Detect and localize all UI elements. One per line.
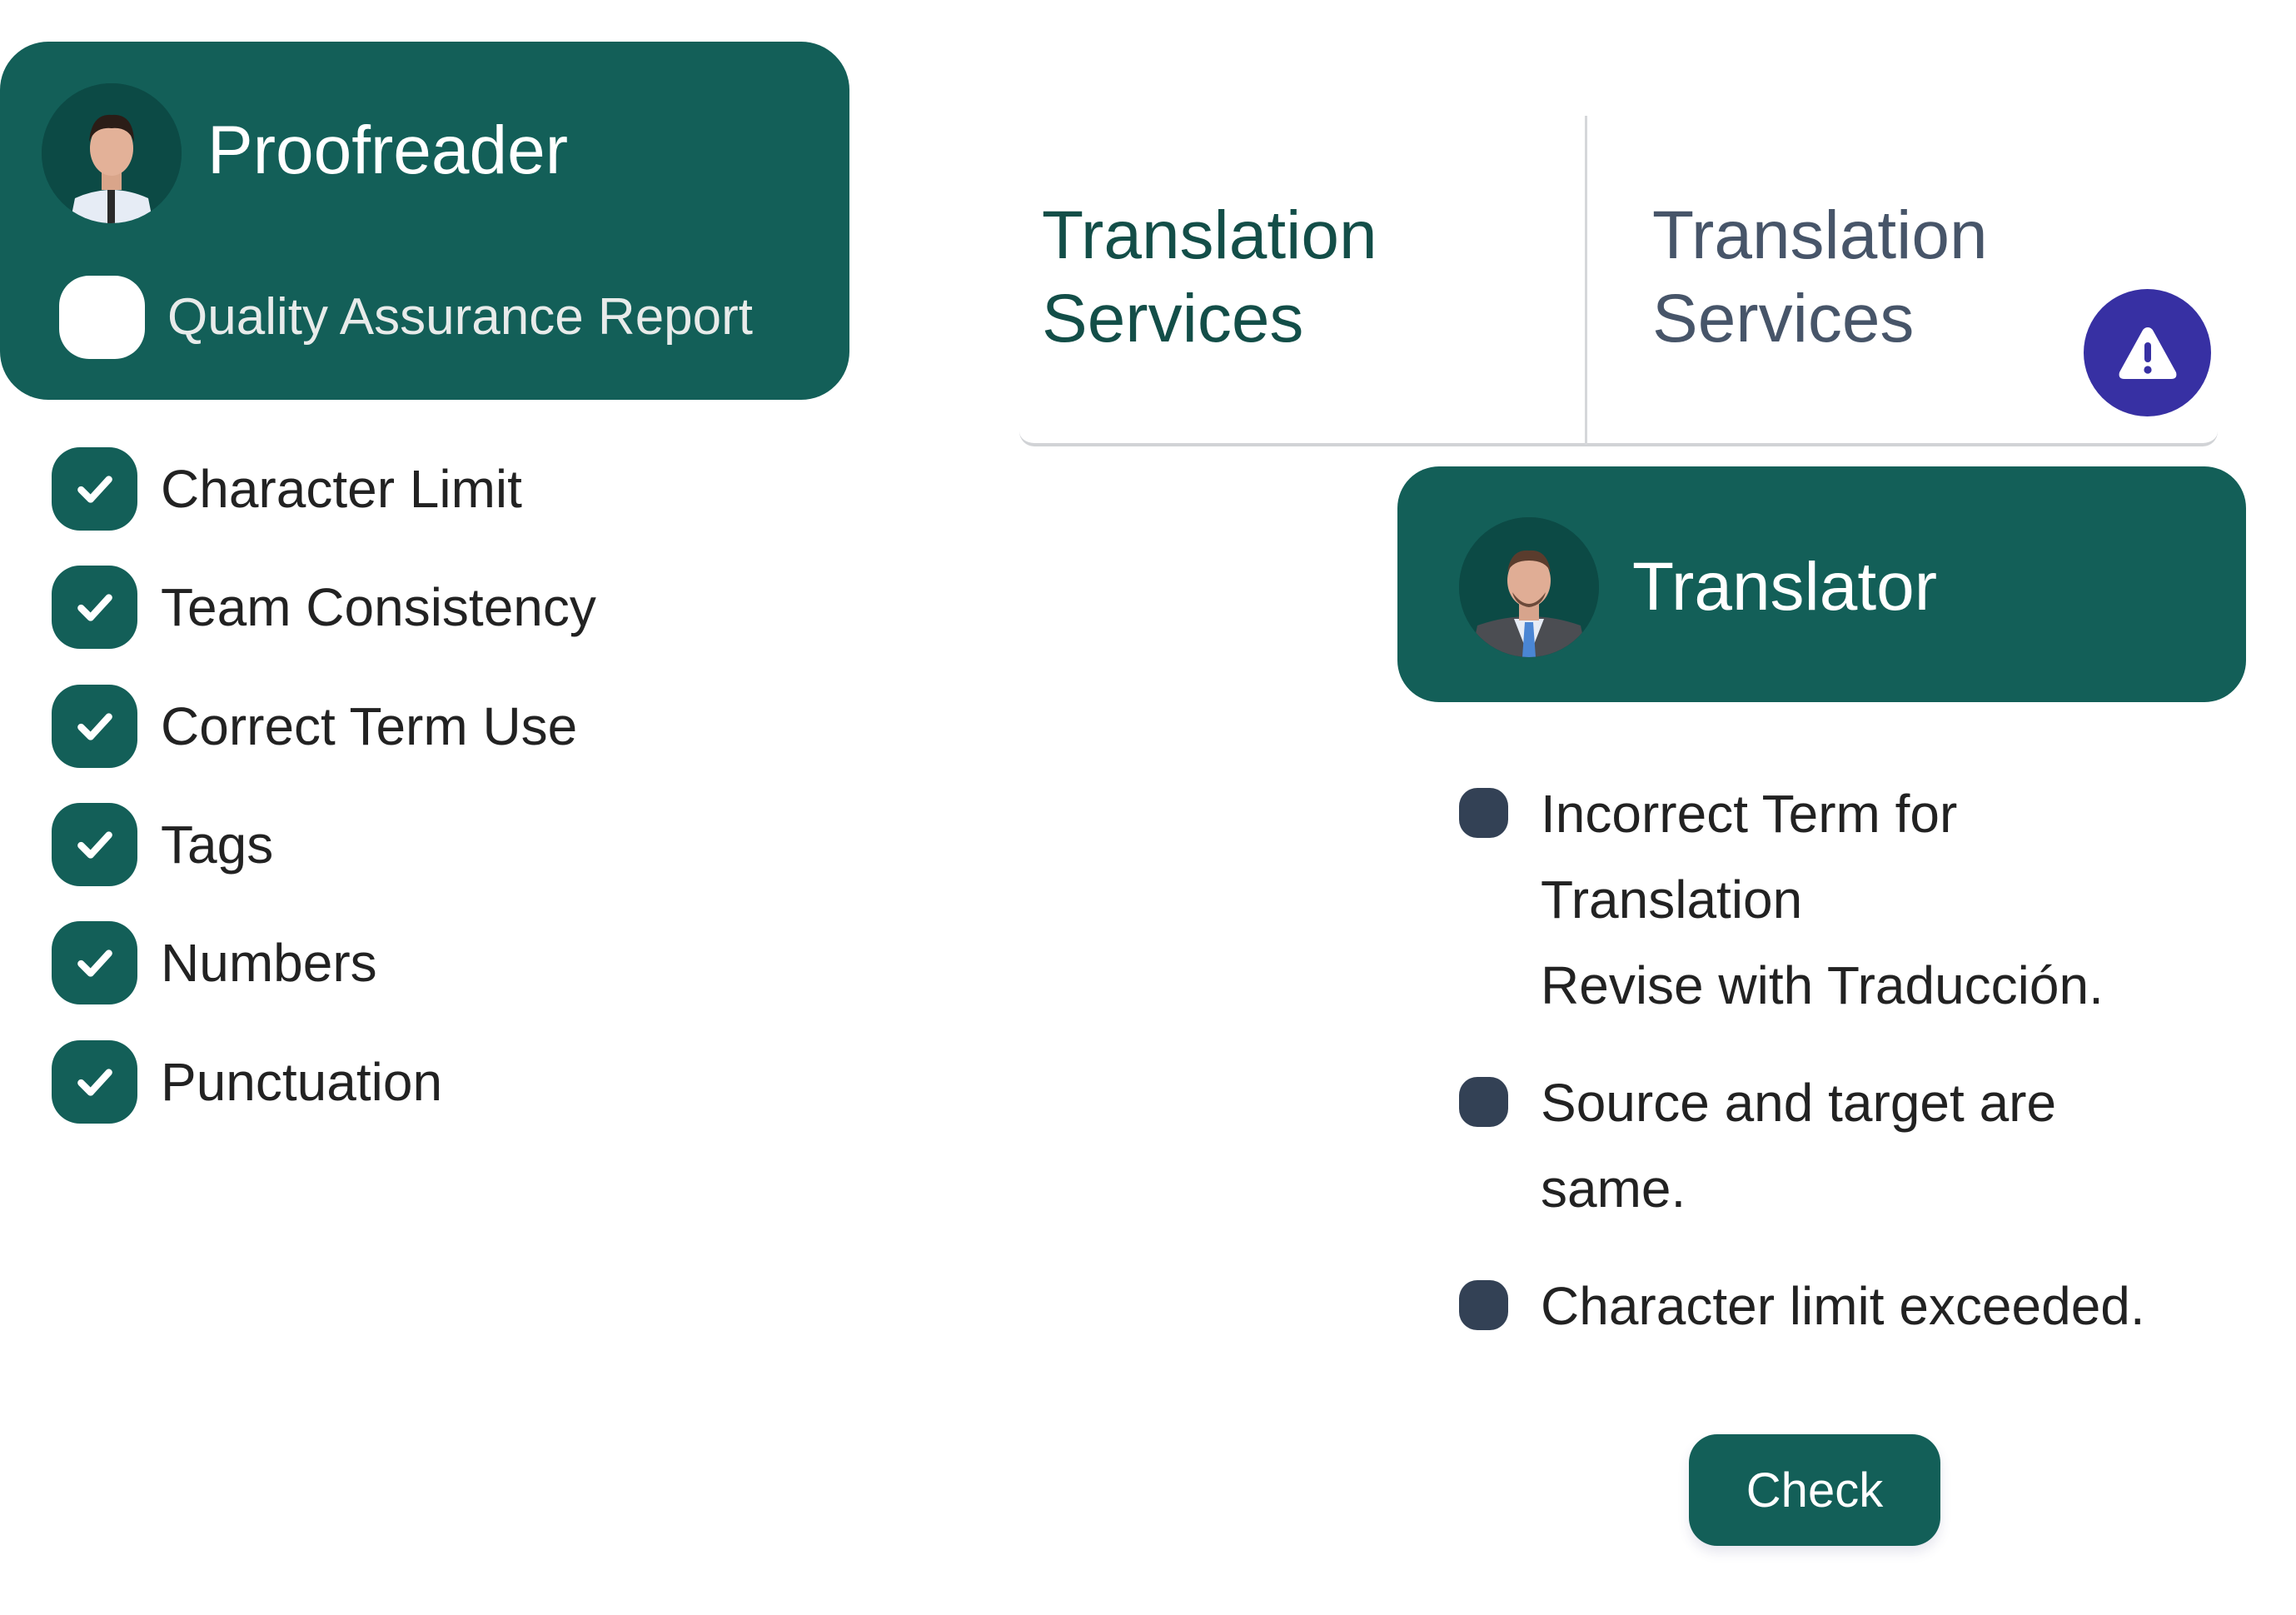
checklist-label: Correct Term Use [161,696,578,756]
issue-bullet-icon [1459,1077,1508,1127]
checklist-item[interactable]: Numbers [52,921,377,1004]
qa-report-checkbox[interactable] [59,276,145,359]
checkmark-icon [77,476,112,503]
checklist-item[interactable]: Character Limit [52,447,522,531]
translator-avatar [1459,517,1599,657]
checklist-label: Character Limit [161,459,522,519]
checkbox-checked[interactable] [52,685,137,768]
issue-bullet-icon [1459,1280,1508,1330]
checklist-item[interactable]: Correct Term Use [52,685,577,768]
proofreader-title: Proofreader [207,112,569,188]
checkbox-checked[interactable] [52,566,137,649]
proofreader-avatar [42,83,182,223]
check-button[interactable]: Check [1689,1434,1940,1546]
checkbox-checked[interactable] [52,803,137,886]
checklist-label: Punctuation [161,1052,443,1112]
tab-translation-services[interactable]: Translation Services [1652,194,1988,361]
checklist-item[interactable]: Team Consistency [52,566,596,649]
issue-item: Character limit exceeded. [1459,1264,2145,1349]
checkmark-icon [77,594,112,621]
issue-text: Incorrect Term for Translation Revise wi… [1541,784,2104,1015]
issue-item: Incorrect Term for Translation Revise wi… [1459,771,2104,1029]
checkmark-icon [77,950,112,977]
tab-translation-services-active[interactable]: Translation Services [1042,194,1377,361]
checkbox-checked[interactable] [52,921,137,1004]
person-photo-icon [1459,517,1599,657]
checklist-item[interactable]: Punctuation [52,1040,442,1124]
translator-title: Translator [1632,549,1938,625]
checkmark-icon [77,831,112,859]
checkbox-checked[interactable] [52,447,137,531]
issue-text: Character limit exceeded. [1541,1276,2145,1336]
issue-bullet-icon [1459,788,1508,838]
qa-report-label: Quality Assurance Report [167,288,754,346]
checkmark-icon [77,1069,112,1096]
checkbox-checked[interactable] [52,1040,137,1124]
tab-divider [1585,116,1587,445]
checklist-label: Tags [161,815,274,875]
checkmark-icon [77,713,112,740]
warning-triangle-icon [2119,326,2176,379]
checklist-label: Numbers [161,933,377,993]
checklist-label: Team Consistency [161,577,596,637]
issue-text: Source and target are same. [1541,1073,2057,1219]
issue-item: Source and target are same. [1459,1060,2056,1232]
checklist-item[interactable]: Tags [52,803,273,886]
alert-button[interactable] [2084,289,2211,416]
person-photo-icon [42,83,182,223]
